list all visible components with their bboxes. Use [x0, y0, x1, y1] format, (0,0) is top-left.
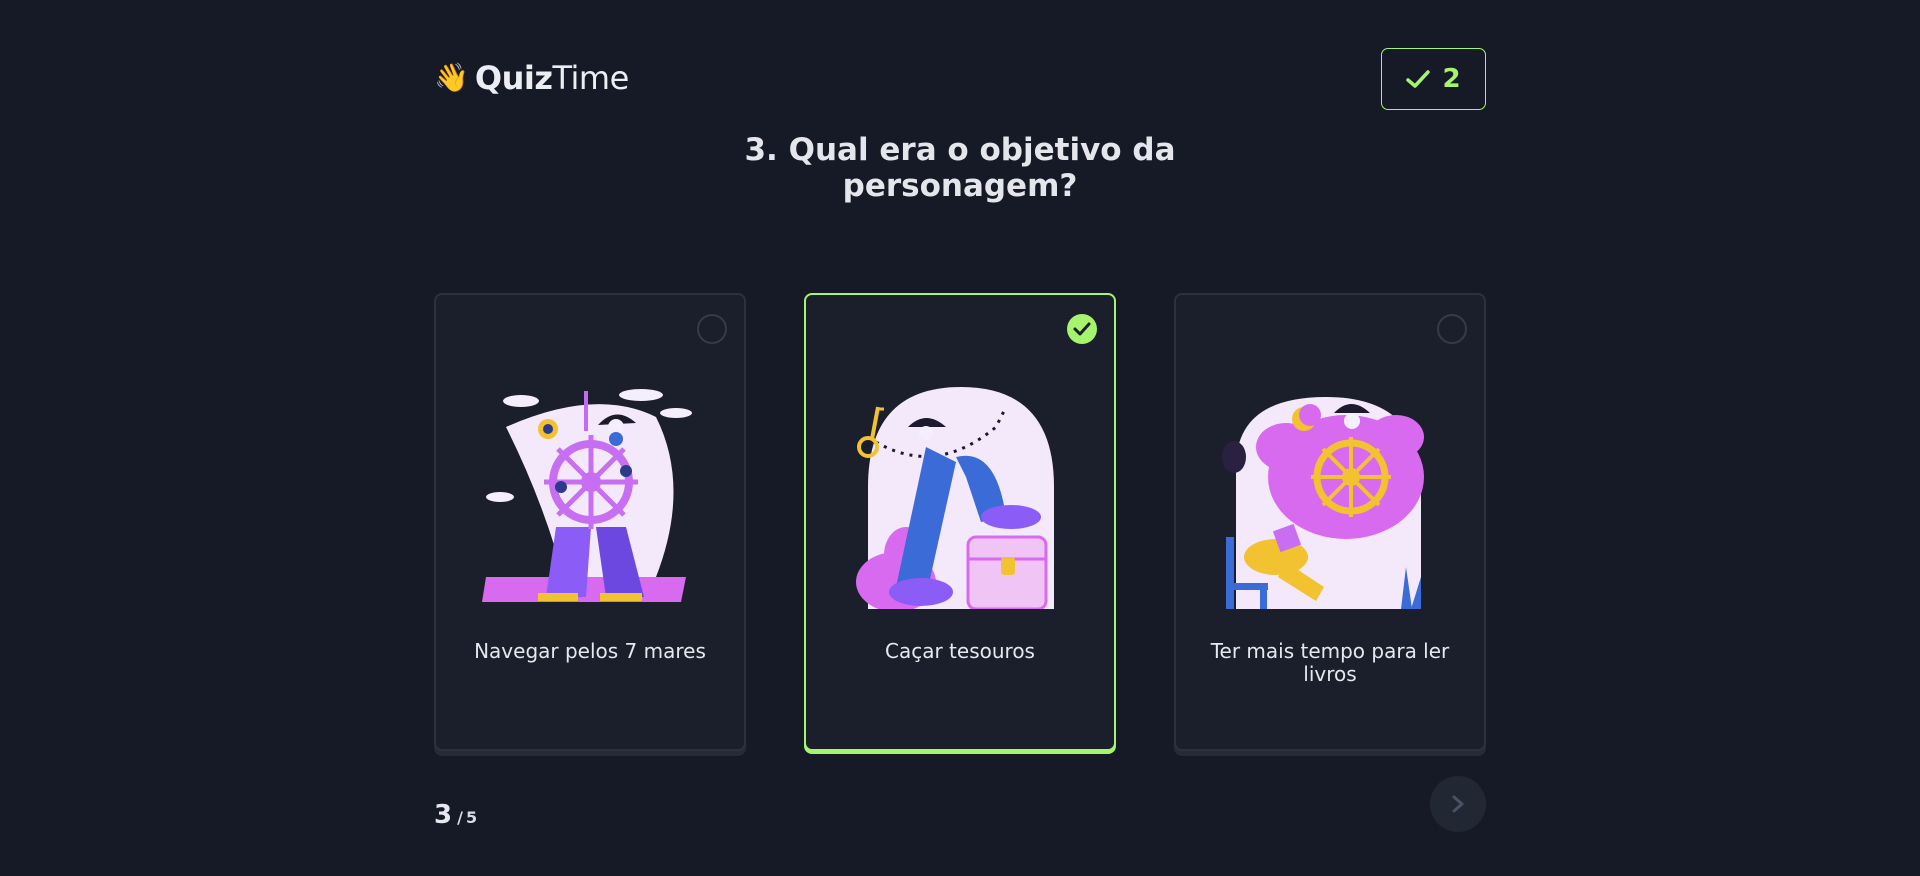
reading-pirate-illustration	[1222, 397, 1424, 609]
question-progress: 3 / 5	[434, 800, 477, 830]
logo-bold-text: Quiz	[474, 59, 553, 97]
treasure-chest-illustration	[856, 387, 1054, 609]
question-title: 3. Qual era o objetivo da personagem?	[744, 132, 1176, 204]
next-button[interactable]	[1430, 776, 1486, 832]
score-count: 2	[1442, 64, 1461, 94]
answer-option-label: Navegar pelos 7 mares	[474, 639, 706, 663]
answer-option-3[interactable]: Ter mais tempo para ler livros	[1174, 293, 1486, 751]
progress-separator: /	[457, 808, 463, 827]
progress-total: 5	[465, 808, 478, 827]
radio-unchecked-icon[interactable]	[697, 314, 727, 344]
answer-option-2[interactable]: Caçar tesouros	[804, 293, 1116, 751]
pirate-ship-wheel-illustration	[482, 389, 692, 602]
progress-current: 3	[434, 800, 453, 830]
chevron-right-icon	[1452, 795, 1464, 813]
waving-hand-icon: 👋	[434, 61, 469, 94]
check-icon	[1406, 70, 1431, 88]
answer-option-label: Ter mais tempo para ler livros	[1210, 639, 1450, 686]
radio-unchecked-icon[interactable]	[1437, 314, 1467, 344]
answer-option-label: Caçar tesouros	[885, 639, 1035, 663]
app-logo[interactable]: 👋 Quiz Time	[434, 58, 629, 98]
quiz-page: 👋 Quiz Time 2 3. Qual era o objetivo da …	[0, 0, 1920, 876]
answer-option-1[interactable]: Navegar pelos 7 mares	[434, 293, 746, 751]
score-badge: 2	[1381, 48, 1486, 110]
check-circle-icon[interactable]	[1067, 314, 1097, 344]
logo-regular-text: Time	[552, 59, 629, 97]
